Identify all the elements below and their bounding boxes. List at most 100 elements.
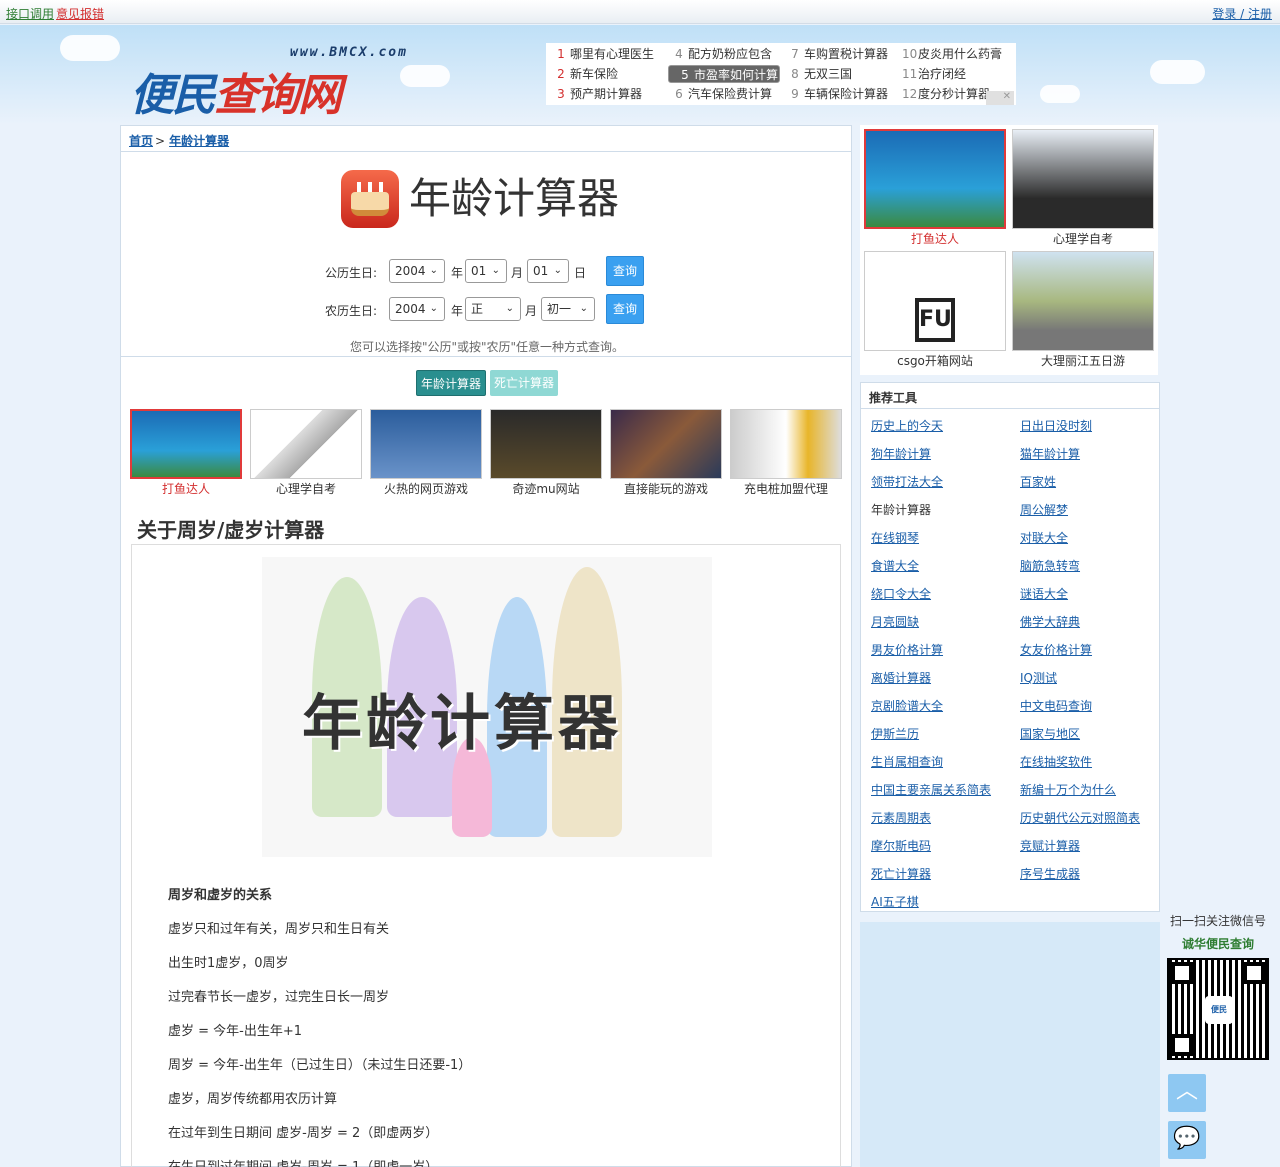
tool-link[interactable]: 谜语大全 xyxy=(1020,585,1068,602)
main-panel: 首页 > 年龄计算器 年龄计算器 公历生日: 2004 ⌄ 年 01 ⌄ 月 01 ⌄ 日… xyxy=(120,125,852,1167)
tool-link[interactable]: 男友价格计算 xyxy=(871,641,943,658)
graduates-image xyxy=(1012,129,1154,229)
feedback-link[interactable]: 意见报错 xyxy=(56,7,104,21)
tool-link[interactable]: 对联大全 xyxy=(1020,529,1068,546)
tool-link[interactable]: 序号生成器 xyxy=(1020,865,1080,882)
lunar-day-select[interactable]: 初一 ⌄ xyxy=(541,297,595,321)
tool-link[interactable]: 元素周期表 xyxy=(871,809,931,826)
tool-link[interactable]: 京剧脸谱大全 xyxy=(871,697,943,714)
chevron-up-icon: ︿ xyxy=(1175,1079,1198,1104)
login-register-link[interactable]: 登录 / 注册 xyxy=(1212,7,1272,21)
solar-year-select[interactable]: 2004 ⌄ xyxy=(389,259,445,283)
tool-link[interactable]: 食谱大全 xyxy=(871,557,919,574)
fantasy-game-image xyxy=(610,409,722,479)
breadcrumb: 首页 > 年龄计算器 xyxy=(121,126,851,152)
solar-month-select[interactable]: 01 ⌄ xyxy=(465,259,507,283)
tool-link[interactable]: 死亡计算器 xyxy=(871,865,931,882)
tool-link[interactable]: 绕口令大全 xyxy=(871,585,931,602)
ad-item[interactable]: 火热的网页游戏 xyxy=(370,409,482,499)
family-illustration: 年龄计算器 xyxy=(262,557,712,857)
chevron-down-icon: ⌄ xyxy=(491,265,500,276)
ad-item[interactable]: FU csgo开箱网站 xyxy=(864,251,1006,369)
ad-item[interactable]: 心理学自考 xyxy=(1012,129,1154,247)
right-ad-grid: 打鱼达人 心理学自考 FU csgo开箱网站 大理丽江五日游 xyxy=(860,125,1158,375)
tab-death-calculator[interactable]: 死亡计算器 xyxy=(490,370,559,396)
tool-link[interactable]: 日出日没时刻 xyxy=(1020,417,1092,434)
site-logo[interactable]: www.BMCX.com 便民查询网 xyxy=(130,37,430,121)
qr-line2: 诚华便民查询 xyxy=(1181,937,1254,951)
hot-item[interactable]: 9 车辆保险计算器 xyxy=(784,85,896,103)
tool-link[interactable]: 生肖属相查询 xyxy=(871,753,943,770)
ad-item[interactable]: 充电桩加盟代理 xyxy=(730,409,842,499)
tool-link[interactable]: 猫年龄计算 xyxy=(1020,445,1080,462)
tool-link[interactable]: 中文电码查询 xyxy=(1020,697,1092,714)
tool-link[interactable]: 领带打法大全 xyxy=(871,473,943,490)
chevron-down-icon: ⌄ xyxy=(429,265,438,276)
lunar-month-select[interactable]: 正 ⌄ xyxy=(465,297,521,321)
hot-item[interactable]: 11治疗闭经 xyxy=(898,65,1010,83)
hot-item[interactable]: 4 配方奶粉应包含 xyxy=(668,45,780,63)
section-title: 关于周岁/虚岁计算器 xyxy=(137,518,325,542)
csgo-logo-image: FU xyxy=(864,251,1006,351)
lunar-label: 农历生日: xyxy=(325,304,378,318)
tool-link[interactable]: 中国主要亲属关系简表 xyxy=(871,781,991,798)
ad-item[interactable]: 直接能玩的游戏 xyxy=(610,409,722,499)
tool-link[interactable]: 月亮圆缺 xyxy=(871,613,919,630)
solar-query-button[interactable]: 查询 xyxy=(606,256,644,286)
tool-link[interactable]: 脑筋急转弯 xyxy=(1020,557,1080,574)
article-text: 周岁和虚岁的关系 虚岁只和过年有关，周岁只和生日有关 出生时1虚岁，0周岁 过完… xyxy=(168,888,472,1167)
lunar-year-select[interactable]: 2004 ⌄ xyxy=(389,297,445,321)
tool-link[interactable]: 离婚计算器 xyxy=(871,669,931,686)
hot-item[interactable]: 1 哪里有心理医生 xyxy=(550,45,662,63)
tool-link[interactable]: 竞赋计算器 xyxy=(1020,837,1080,854)
hot-item[interactable]: 5 市盈率如何计算 xyxy=(668,65,780,83)
hot-item[interactable]: 3 预产期计算器 xyxy=(550,85,662,103)
back-to-top-button[interactable]: ︿ xyxy=(1168,1074,1206,1112)
tool-link[interactable]: 摩尔斯电码 xyxy=(871,837,931,854)
hot-item[interactable]: 6 汽车保险费计算 xyxy=(668,85,780,103)
tool-link[interactable]: 国家与地区 xyxy=(1020,725,1080,742)
tool-link[interactable]: 在线钢琴 xyxy=(871,529,919,546)
road-travel-image xyxy=(1012,251,1154,351)
lunar-query-button[interactable]: 查询 xyxy=(606,294,644,324)
divider xyxy=(121,356,851,357)
tool-link[interactable]: 新编十万个为什么 xyxy=(1020,781,1116,798)
tool-link[interactable]: 周公解梦 xyxy=(1020,501,1068,518)
hot-item[interactable]: 2 新车保险 xyxy=(550,65,662,83)
ad-item[interactable]: 奇迹mu网站 xyxy=(490,409,602,499)
chat-button[interactable]: 💬 xyxy=(1168,1121,1206,1159)
hot-item[interactable]: 7 车购置税计算器 xyxy=(784,45,896,63)
tab-age-calculator[interactable]: 年龄计算器 xyxy=(416,370,487,396)
qr-code-icon: 便民 xyxy=(1167,958,1269,1060)
tool-link[interactable]: 女友价格计算 xyxy=(1020,641,1092,658)
qr-line1: 扫一扫关注微信号 xyxy=(1169,914,1266,928)
solar-label: 公历生日: xyxy=(325,266,378,280)
wechat-qr-panel: 扫一扫关注微信号 诚华便民查询 便民 xyxy=(1163,912,1273,1082)
tool-link[interactable]: 历史上的今天 xyxy=(871,417,943,434)
ad-strip: 打鱼达人 心理学自考 火热的网页游戏 奇迹mu网站 直接能玩的游戏 充电桩加盟代… xyxy=(130,409,850,499)
breadcrumb-current[interactable]: 年龄计算器 xyxy=(169,134,229,148)
fish-game-image xyxy=(864,129,1006,229)
api-link[interactable]: 接口调用 xyxy=(6,7,54,21)
hot-item[interactable]: 10皮炎用什么药膏 xyxy=(898,45,1010,63)
tool-link[interactable]: IQ测试 xyxy=(1020,669,1057,686)
tool-link[interactable]: 在线抽奖软件 xyxy=(1020,753,1092,770)
breadcrumb-home[interactable]: 首页 xyxy=(129,134,153,148)
tool-link[interactable]: AI五子棋 xyxy=(871,893,919,910)
ad-item[interactable]: 打鱼达人 xyxy=(864,129,1006,247)
ad-item[interactable]: 大理丽江五日游 xyxy=(1012,251,1154,369)
tool-link[interactable]: 百家姓 xyxy=(1020,473,1056,490)
tool-link[interactable]: 历史朝代公元对照简表 xyxy=(1020,809,1140,826)
ad-close-icon[interactable]: ✕ xyxy=(986,91,1014,105)
web-game-image xyxy=(370,409,482,479)
tool-link[interactable]: 伊斯兰历 xyxy=(871,725,919,742)
charger-image xyxy=(730,409,842,479)
tool-link[interactable]: 佛学大辞典 xyxy=(1020,613,1080,630)
ad-item[interactable]: 打鱼达人 xyxy=(130,409,242,499)
tool-link[interactable]: 狗年龄计算 xyxy=(871,445,931,462)
ad-item[interactable]: 心理学自考 xyxy=(250,409,362,499)
solar-day-select[interactable]: 01 ⌄ xyxy=(527,259,569,283)
hot-item[interactable]: 8 无双三国 xyxy=(784,65,896,83)
header: www.BMCX.com 便民查询网 1 哪里有心理医生 2 新车保险 3 预产期计算… xyxy=(0,25,1280,125)
tool-current: 年龄计算器 xyxy=(871,503,932,517)
